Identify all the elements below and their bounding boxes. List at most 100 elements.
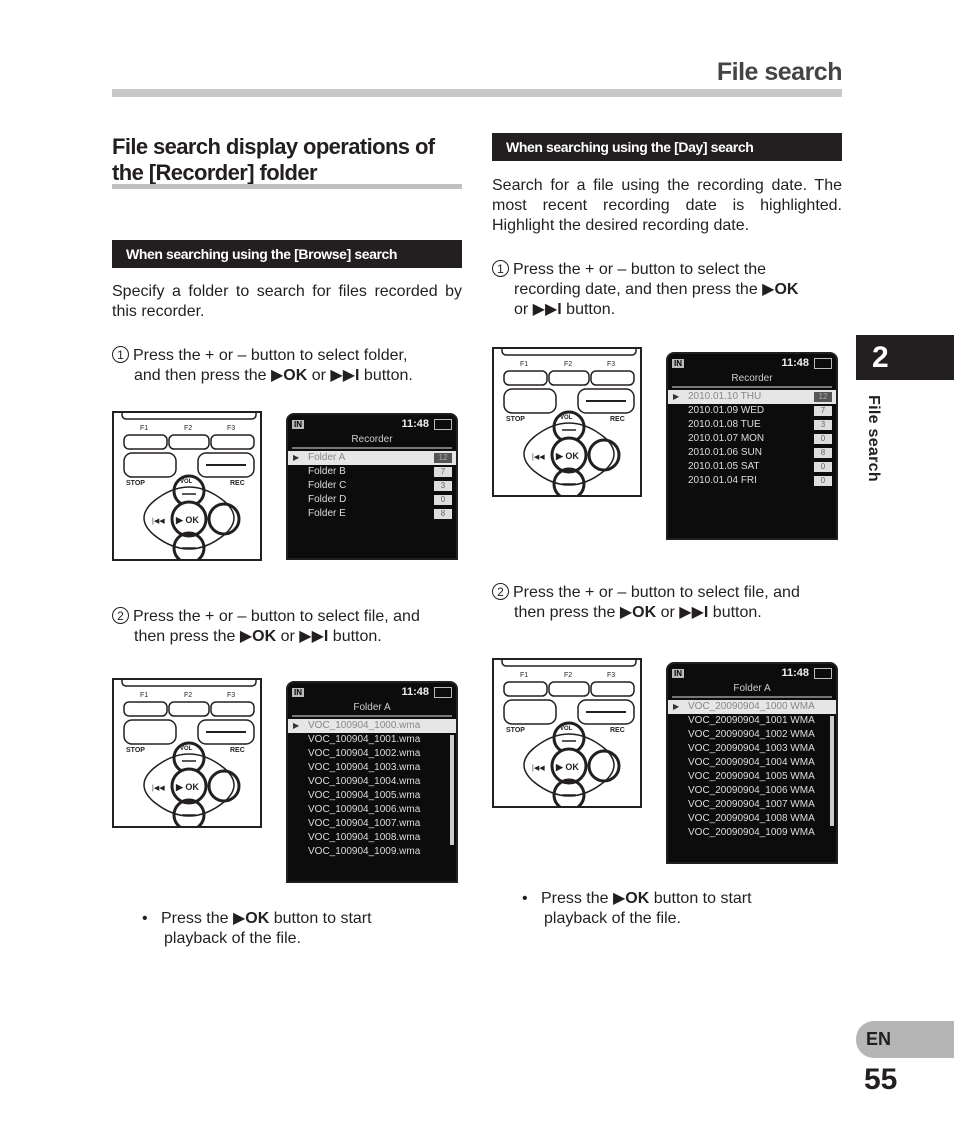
ok-button-glyph: ▶OK xyxy=(232,910,270,927)
recorder-buttons-illustration: F1 F2 F3 STOP REC VOL ▶ OK |◀◀ xyxy=(492,658,642,808)
list-item[interactable]: VOC_100904_1006.wma xyxy=(288,803,456,817)
recorder-keypad-icon: F1 F2 F3 STOP REC VOL ▶ OK |◀◀ xyxy=(121,680,257,826)
svg-text:F3: F3 xyxy=(227,425,235,432)
list-item[interactable]: Folder B7 xyxy=(288,465,456,479)
list-item[interactable]: VOC_20090904_1007 WMA xyxy=(668,798,836,812)
ok-button-glyph: ▶OK xyxy=(762,281,799,298)
list-item[interactable]: VOC_100904_1005.wma xyxy=(288,789,456,803)
next-button-glyph: ▶▶I xyxy=(299,628,329,645)
recorder-buttons-illustration: F1 F2 F3 STOP REC VOL ▶ OK |◀◀ xyxy=(492,347,642,497)
svg-text:REC: REC xyxy=(230,747,245,754)
svg-text:VOL: VOL xyxy=(560,415,573,421)
svg-text:F1: F1 xyxy=(520,672,528,679)
list-item[interactable]: Folder D0 xyxy=(288,493,456,507)
svg-text:F2: F2 xyxy=(184,425,192,432)
list-item[interactable]: 2010.01.05 SAT 0 xyxy=(668,460,836,474)
svg-text:VOL: VOL xyxy=(180,746,193,752)
svg-text:STOP: STOP xyxy=(126,480,145,487)
list-item[interactable]: VOC_20090904_1003 WMA xyxy=(668,742,836,756)
recorder-buttons-illustration: F1 F2 F3 STOP REC VOL ▶ OK |◀◀ xyxy=(112,411,262,561)
list-item[interactable]: VOC_20090904_1008 WMA xyxy=(668,812,836,826)
browse-folder-screen: IN11:48 Recorder Folder A12 Folder B7 Fo… xyxy=(286,413,458,560)
list-item[interactable]: VOC_100904_1004.wma xyxy=(288,775,456,789)
list-item[interactable]: 2010.01.08 TUE 3 xyxy=(668,418,836,432)
list-item[interactable]: VOC_100904_1000.wma xyxy=(288,719,456,733)
list-item[interactable]: 2010.01.09 WED 7 xyxy=(668,404,836,418)
page-number: 55 xyxy=(864,1063,898,1096)
header-rule xyxy=(112,89,842,97)
svg-text:▶ OK: ▶ OK xyxy=(555,451,579,461)
section-underline xyxy=(112,184,462,189)
list-item[interactable]: VOC_20090904_1005 WMA xyxy=(668,770,836,784)
day-search-subhead: When searching using the [Day] search xyxy=(492,133,842,161)
list-item[interactable]: VOC_100904_1002.wma xyxy=(288,747,456,761)
day-step-1: 1 Press the + or – button to select the r… xyxy=(492,260,842,320)
day-file-screen: IN11:48 Folder A VOC_20090904_1000 WMA V… xyxy=(666,662,838,864)
list-item[interactable]: VOC_20090904_1000 WMA xyxy=(668,700,836,714)
browse-playback-note: • Press the ▶OK button to start playback… xyxy=(142,910,372,947)
internal-memory-icon: IN xyxy=(292,419,304,429)
list-item[interactable]: Folder E8 xyxy=(288,507,456,521)
ok-button-glyph: ▶OK xyxy=(270,367,308,384)
recorder-keypad-icon: F1 F2 F3 STOP REC VOL ▶ OK |◀◀ xyxy=(501,349,637,495)
ok-button-glyph: ▶OK xyxy=(239,628,277,645)
day-playback-note: • Press the ▶OK button to start playback… xyxy=(522,890,752,927)
list-item[interactable]: 2010.01.04 FRI 0 xyxy=(668,474,836,488)
svg-text:▶ OK: ▶ OK xyxy=(555,762,579,772)
list-item[interactable]: VOC_20090904_1006 WMA xyxy=(668,784,836,798)
svg-text:|◀◀: |◀◀ xyxy=(152,785,165,792)
list-item[interactable]: VOC_20090904_1009 WMA xyxy=(668,826,836,840)
svg-text:VOL: VOL xyxy=(180,479,193,485)
recorder-buttons-illustration: F1 F2 F3 STOP REC VOL ▶ OK |◀◀ xyxy=(112,678,262,828)
list-item[interactable]: VOC_100904_1008.wma xyxy=(288,831,456,845)
chapter-tab: 2 xyxy=(856,335,954,380)
list-item[interactable]: 2010.01.10 THU12 xyxy=(668,390,836,404)
recorder-keypad-icon: F1 F2 F3 STOP REC VOL ▶ OK |◀◀ xyxy=(501,660,637,806)
list-item[interactable]: 2010.01.07 MON 0 xyxy=(668,432,836,446)
day-intro: Search for a file using the recording da… xyxy=(492,177,842,234)
svg-text:STOP: STOP xyxy=(506,727,525,734)
browse-step-2: 2 Press the + or – button to select file,… xyxy=(112,607,462,647)
list-item[interactable]: VOC_100904_1007.wma xyxy=(288,817,456,831)
browse-search-subhead: When searching using the [Browse] search xyxy=(112,240,462,268)
internal-memory-icon: IN xyxy=(292,687,304,697)
battery-icon xyxy=(814,357,832,369)
page-header-title: File search xyxy=(716,58,843,86)
svg-text:F2: F2 xyxy=(564,672,572,679)
language-tab: EN xyxy=(856,1021,954,1058)
svg-text:F3: F3 xyxy=(607,672,615,679)
svg-text:F3: F3 xyxy=(227,692,235,699)
browse-file-screen: IN11:48 Folder A VOC_100904_1000.wma VOC… xyxy=(286,681,458,883)
svg-text:F2: F2 xyxy=(184,692,192,699)
ok-button-glyph: ▶OK xyxy=(612,890,650,907)
battery-icon xyxy=(434,418,452,430)
svg-text:▶ OK: ▶ OK xyxy=(175,515,199,525)
list-item[interactable]: 2010.01.06 SUN 8 xyxy=(668,446,836,460)
list-item[interactable]: VOC_100904_1003.wma xyxy=(288,761,456,775)
list-item[interactable]: VOC_100904_1001.wma xyxy=(288,733,456,747)
next-button-glyph: ▶▶I xyxy=(532,301,562,318)
browse-step-1: 1 Press the + or – button to select folde… xyxy=(112,346,462,386)
list-item[interactable]: VOC_20090904_1004 WMA xyxy=(668,756,836,770)
step-number: 1 xyxy=(112,346,129,363)
svg-text:|◀◀: |◀◀ xyxy=(152,518,165,525)
svg-text:F1: F1 xyxy=(140,692,148,699)
svg-text:F3: F3 xyxy=(607,361,615,368)
svg-text:REC: REC xyxy=(610,416,625,423)
list-item[interactable]: VOC_100904_1009.wma xyxy=(288,845,456,859)
next-button-glyph: ▶▶I xyxy=(679,604,709,621)
list-item[interactable]: Folder A12 xyxy=(288,451,456,465)
list-item[interactable]: VOC_20090904_1002 WMA xyxy=(668,728,836,742)
list-item[interactable]: VOC_20090904_1001 WMA xyxy=(668,714,836,728)
svg-text:STOP: STOP xyxy=(126,747,145,754)
next-button-glyph: ▶▶I xyxy=(330,367,360,384)
day-list-screen: IN11:48 Recorder 2010.01.10 THU12 2010.0… xyxy=(666,352,838,540)
svg-text:|◀◀: |◀◀ xyxy=(532,765,545,772)
svg-text:▶ OK: ▶ OK xyxy=(175,782,199,792)
section-title: File search display operations of the [R… xyxy=(112,134,435,185)
day-step-2: 2 Press the + or – button to select file,… xyxy=(492,583,842,623)
recorder-keypad-icon: F1 F2 F3 STOP REC VOL ▶ OK |◀◀ xyxy=(121,413,257,559)
scrollbar[interactable] xyxy=(830,716,834,826)
list-item[interactable]: Folder C3 xyxy=(288,479,456,493)
scrollbar[interactable] xyxy=(450,735,454,845)
